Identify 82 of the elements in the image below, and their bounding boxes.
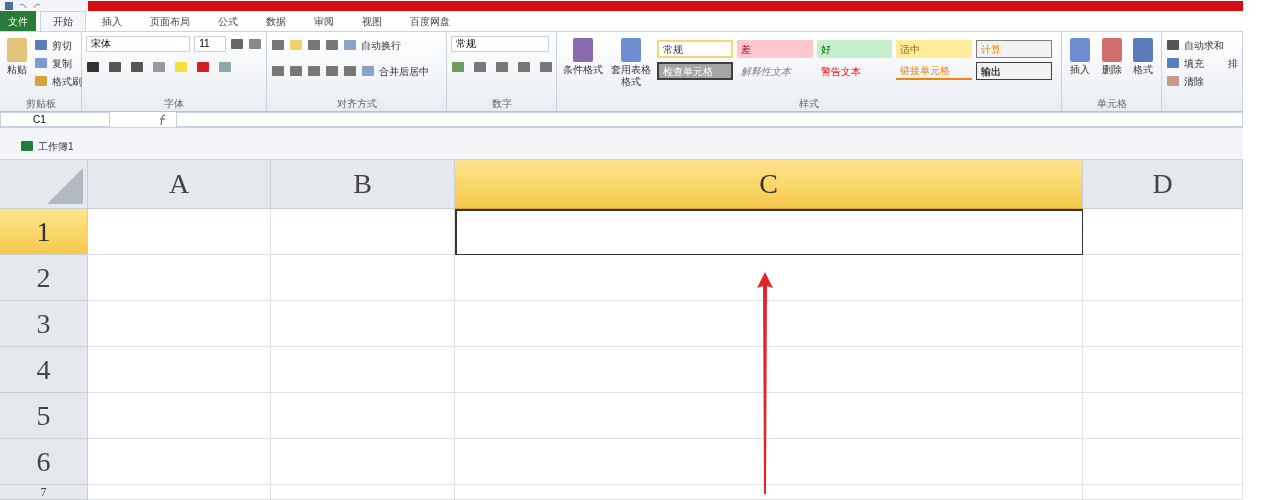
group-label: 单元格 bbox=[1095, 97, 1128, 111]
cell[interactable] bbox=[88, 255, 271, 301]
ribbon-tab[interactable]: 审阅 bbox=[302, 11, 346, 31]
cell[interactable] bbox=[1083, 439, 1243, 485]
cell[interactable] bbox=[88, 301, 271, 347]
row-header[interactable]: 3 bbox=[0, 301, 88, 347]
ribbon-tab[interactable]: 视图 bbox=[350, 11, 394, 31]
ribbon-label: 排 bbox=[1228, 57, 1238, 71]
ribbon-tab[interactable]: 开始 bbox=[40, 11, 86, 31]
select-all-corner[interactable] bbox=[0, 160, 88, 209]
ribbon-tab[interactable]: 插入 bbox=[90, 11, 134, 31]
column-header[interactable]: D bbox=[1083, 160, 1243, 209]
ribbon-button[interactable]: 自动换行 bbox=[343, 36, 401, 54]
ribbon-button[interactable]: 条件格式 bbox=[561, 36, 605, 76]
ribbon-button[interactable]: 复制 bbox=[34, 54, 82, 72]
cell[interactable] bbox=[88, 347, 271, 393]
cell[interactable] bbox=[1083, 485, 1243, 500]
row-header[interactable]: 2 bbox=[0, 255, 88, 301]
row-header[interactable]: 6 bbox=[0, 439, 88, 485]
ribbon-tab[interactable]: 数据 bbox=[254, 11, 298, 31]
row-header[interactable]: 4 bbox=[0, 347, 88, 393]
cell[interactable] bbox=[1083, 301, 1243, 347]
cell-style[interactable]: 适中 bbox=[896, 40, 973, 58]
font-name-field[interactable]: 宋体 bbox=[86, 36, 191, 52]
ribbon-button[interactable]: 格式刷 bbox=[34, 72, 82, 90]
cell[interactable] bbox=[88, 439, 271, 485]
ribbon-tab[interactable]: 百度网盘 bbox=[398, 11, 462, 31]
ribbon-button[interactable]: 格式 bbox=[1129, 36, 1157, 76]
cell-style[interactable]: 差 bbox=[736, 40, 813, 58]
ribbon-button[interactable]: 清除 bbox=[1166, 72, 1224, 90]
cell[interactable] bbox=[271, 209, 455, 255]
cell[interactable] bbox=[1083, 347, 1243, 393]
cell-style[interactable]: 警告文本 bbox=[816, 62, 893, 80]
cell[interactable] bbox=[271, 301, 455, 347]
cell[interactable] bbox=[1083, 393, 1243, 439]
cell-style[interactable]: 解释性文本 bbox=[736, 62, 813, 80]
ribbon-tab[interactable]: 页面布局 bbox=[138, 11, 202, 31]
formula-field[interactable] bbox=[176, 112, 1243, 127]
row-header[interactable]: 7 bbox=[0, 485, 88, 500]
cell[interactable] bbox=[1083, 255, 1243, 301]
cell[interactable] bbox=[271, 485, 455, 500]
ribbon-button[interactable]: 插入 bbox=[1066, 36, 1094, 76]
group-label: 字体 bbox=[163, 97, 185, 111]
undo-icon[interactable] bbox=[18, 1, 28, 11]
group-label: 样式 bbox=[798, 97, 820, 111]
cell[interactable] bbox=[88, 393, 271, 439]
cell-style[interactable]: 常规 bbox=[657, 40, 733, 58]
active-cell[interactable] bbox=[455, 209, 1083, 255]
cell[interactable] bbox=[271, 255, 455, 301]
ribbon-tab[interactable]: 公式 bbox=[206, 11, 250, 31]
row-header[interactable]: 5 bbox=[0, 393, 88, 439]
ribbon-button[interactable]: 填充 bbox=[1166, 54, 1224, 72]
ribbon-button[interactable]: 套用表格格式 bbox=[609, 36, 653, 88]
file-tab[interactable]: 文件 bbox=[0, 11, 36, 31]
ribbon-button[interactable]: 合并后居中 bbox=[361, 62, 429, 80]
column-header[interactable]: A bbox=[88, 160, 271, 209]
group-label: 对齐方式 bbox=[335, 97, 378, 111]
cell-style[interactable]: 输出 bbox=[976, 62, 1052, 80]
ribbon-button[interactable]: 自动求和 bbox=[1166, 36, 1224, 54]
function-icon[interactable] bbox=[158, 113, 168, 126]
number-format-field[interactable]: 常规 bbox=[451, 36, 549, 52]
ribbon-button[interactable]: 删除 bbox=[1097, 36, 1126, 76]
row-header[interactable]: 1 bbox=[0, 209, 88, 255]
group-label: 数字 bbox=[490, 97, 513, 111]
cell[interactable] bbox=[271, 439, 455, 485]
cell[interactable] bbox=[88, 485, 271, 500]
cell-style[interactable]: 好 bbox=[816, 40, 893, 58]
ribbon-button[interactable]: 粘贴 bbox=[4, 36, 30, 76]
ribbon-button[interactable]: 剪切 bbox=[34, 36, 82, 54]
group-label: 剪贴板 bbox=[24, 97, 57, 111]
cell[interactable] bbox=[1083, 209, 1243, 255]
cell[interactable] bbox=[271, 393, 455, 439]
workbook-tab[interactable]: 工作簿1 bbox=[16, 138, 78, 154]
column-header[interactable]: B bbox=[271, 160, 455, 209]
name-box[interactable]: C1 bbox=[0, 112, 110, 127]
redo-icon[interactable] bbox=[32, 1, 42, 11]
cell[interactable] bbox=[271, 347, 455, 393]
cell[interactable] bbox=[88, 209, 271, 255]
corner-triangle-icon[interactable] bbox=[45, 166, 85, 206]
font-size-field[interactable]: 11 bbox=[194, 36, 226, 52]
column-header[interactable]: C bbox=[455, 160, 1083, 209]
cell[interactable] bbox=[455, 485, 1083, 500]
